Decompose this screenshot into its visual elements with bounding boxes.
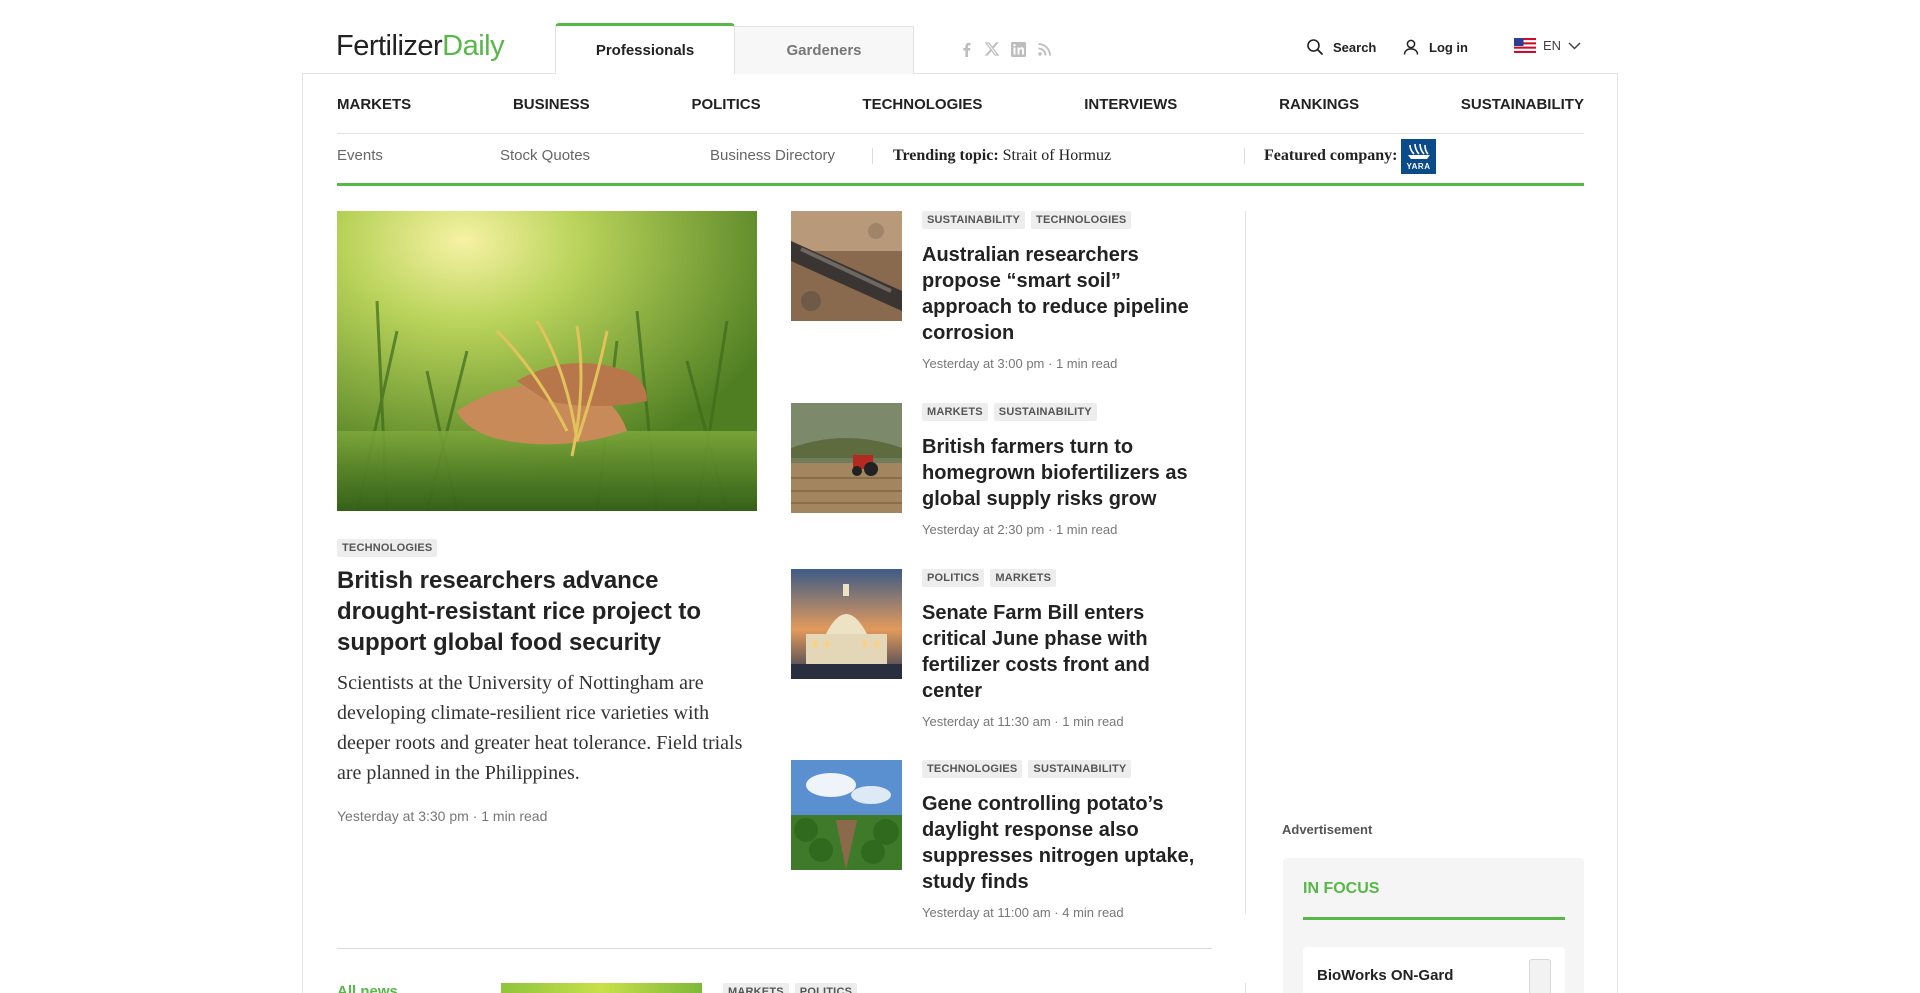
article-read-time: · 1 min read	[472, 808, 548, 824]
advertisement-label: Advertisement	[1282, 822, 1373, 837]
trending-label: Trending topic:	[893, 147, 999, 164]
logo-text-fertilizer: Fertilizer	[336, 30, 443, 62]
product-thumbnail	[1529, 959, 1551, 993]
in-focus-panel: IN FOCUS BioWorks ON-Gard	[1283, 858, 1584, 993]
article-time: Yesterday at 3:00 pm	[922, 356, 1045, 371]
featured-company-label: Featured company:	[1264, 147, 1398, 164]
article-tags: POLITICS MARKETS	[922, 569, 1212, 587]
search-button[interactable]: Search	[1306, 38, 1376, 56]
in-focus-item[interactable]: BioWorks ON-Gard	[1303, 947, 1565, 993]
article-meta: Yesterday at 2:30 pm · 1 min read	[922, 522, 1212, 537]
article-title[interactable]: Gene controlling potato’s daylight respo…	[922, 791, 1212, 895]
trending-topic[interactable]: Trending topic: Strait of Hormuz	[893, 147, 1111, 165]
featured-article-image[interactable]	[337, 211, 757, 511]
article-tags: TECHNOLOGIES SUSTAINABILITY	[922, 760, 1212, 778]
facebook-icon[interactable]	[958, 41, 974, 57]
article-thumbnail[interactable]	[501, 983, 702, 993]
site-logo[interactable]: FertilizerDaily	[336, 30, 505, 63]
article-thumbnail[interactable]	[791, 569, 902, 679]
social-links	[958, 41, 1052, 57]
tag-sustainability[interactable]: SUSTAINABILITY	[922, 211, 1026, 229]
in-focus-divider	[1303, 917, 1565, 920]
rss-icon[interactable]	[1036, 41, 1052, 57]
tag-sustainability[interactable]: SUSTAINABILITY	[993, 403, 1097, 421]
tag-markets[interactable]: MARKETS	[723, 983, 789, 993]
search-label: Search	[1333, 39, 1377, 55]
featured-article-description: Scientists at the University of Nottingh…	[337, 672, 743, 784]
x-icon[interactable]	[984, 41, 1000, 57]
article-time: Yesterday at 11:30 am	[922, 714, 1051, 729]
nav-markets[interactable]: MARKETS	[337, 96, 411, 113]
tag-technologies[interactable]: TECHNOLOGIES	[922, 760, 1023, 778]
nav-technologies[interactable]: TECHNOLOGIES	[862, 96, 982, 113]
subnav-events[interactable]: Events	[337, 147, 383, 164]
article-thumbnail[interactable]	[791, 211, 902, 321]
article-title[interactable]: Senate Farm Bill enters critical June ph…	[922, 600, 1212, 704]
tag-politics[interactable]: POLITICS	[922, 569, 985, 587]
tag-markets[interactable]: MARKETS	[922, 403, 988, 421]
login-label: Log in	[1429, 39, 1468, 55]
nav-rankings[interactable]: RANKINGS	[1279, 96, 1359, 113]
section-divider	[337, 948, 1212, 949]
article-title[interactable]: Australian researchers propose “smart so…	[922, 242, 1212, 346]
in-focus-heading: IN FOCUS	[1303, 880, 1380, 897]
article-read-time: · 1 min read	[1054, 714, 1124, 729]
featured-article-title[interactable]: British researchers advance drought-resi…	[337, 565, 757, 658]
nav-sustainability[interactable]: SUSTAINABILITY	[1461, 96, 1584, 113]
article-time: Yesterday at 2:30 pm	[922, 522, 1045, 537]
article-thumbnail[interactable]	[791, 403, 902, 513]
article-meta: Yesterday at 11:30 am · 1 min read	[922, 714, 1212, 729]
nav-divider	[337, 133, 1584, 134]
user-icon	[1403, 39, 1419, 55]
all-news-link[interactable]: All news	[337, 983, 398, 993]
article-read-time: · 1 min read	[1048, 356, 1118, 371]
article-read-time: · 4 min read	[1054, 905, 1124, 920]
chevron-down-icon	[1568, 41, 1581, 50]
language-selector[interactable]: EN	[1514, 38, 1581, 53]
yara-logo-text: YARA	[1406, 162, 1431, 171]
logo-text-daily: Daily	[442, 30, 505, 62]
tag-technologies[interactable]: TECHNOLOGIES	[337, 539, 438, 557]
main-navigation: MARKETS BUSINESS POLITICS TECHNOLOGIES I…	[337, 96, 1584, 113]
featured-company-logo[interactable]: YARA	[1401, 139, 1436, 174]
article-thumbnail[interactable]	[791, 760, 902, 870]
tag-technologies[interactable]: TECHNOLOGIES	[1031, 211, 1132, 229]
in-focus-item-title: BioWorks ON-Gard	[1317, 967, 1454, 984]
us-flag-icon	[1514, 38, 1536, 53]
tag-markets[interactable]: MARKETS	[990, 569, 1057, 587]
linkedin-icon[interactable]	[1010, 41, 1026, 57]
tag-politics[interactable]: POLITICS	[794, 983, 858, 993]
nav-interviews[interactable]: INTERVIEWS	[1084, 96, 1177, 113]
tab-professionals[interactable]: Professionals	[555, 23, 735, 74]
tag-sustainability[interactable]: SUSTAINABILITY	[1028, 760, 1132, 778]
section-green-divider	[337, 183, 1584, 186]
nav-business[interactable]: BUSINESS	[513, 96, 590, 113]
yara-ship-icon	[1407, 143, 1430, 159]
subnav-stock-quotes[interactable]: Stock Quotes	[500, 147, 590, 164]
featured-article-meta: Yesterday at 3:30 pm · 1 min read	[337, 808, 547, 824]
article-tags: SUSTAINABILITY TECHNOLOGIES	[922, 211, 1212, 229]
featured-article-tags: TECHNOLOGIES	[337, 539, 438, 557]
article-tags: MARKETS POLITICS	[723, 983, 858, 993]
column-divider	[1245, 211, 1246, 914]
trending-value: Strait of Hormuz	[1002, 147, 1112, 164]
article-time: Yesterday at 3:30 pm	[337, 808, 469, 824]
article-title[interactable]: British farmers turn to homegrown biofer…	[922, 434, 1212, 512]
language-code: EN	[1543, 38, 1562, 53]
column-divider	[1245, 983, 1246, 993]
nav-politics[interactable]: POLITICS	[691, 96, 760, 113]
subnav-divider	[1244, 148, 1245, 164]
search-icon	[1307, 39, 1323, 55]
subnav-business-directory[interactable]: Business Directory	[710, 147, 835, 164]
subnav-divider	[872, 148, 873, 164]
login-button[interactable]: Log in	[1402, 38, 1468, 56]
article-meta: Yesterday at 3:00 pm · 1 min read	[922, 356, 1212, 371]
article-meta: Yesterday at 11:00 am · 4 min read	[922, 905, 1212, 920]
article-read-time: · 1 min read	[1048, 522, 1118, 537]
article-time: Yesterday at 11:00 am	[922, 905, 1051, 920]
tab-gardeners[interactable]: Gardeners	[734, 26, 914, 74]
article-tags: MARKETS SUSTAINABILITY	[922, 403, 1212, 421]
